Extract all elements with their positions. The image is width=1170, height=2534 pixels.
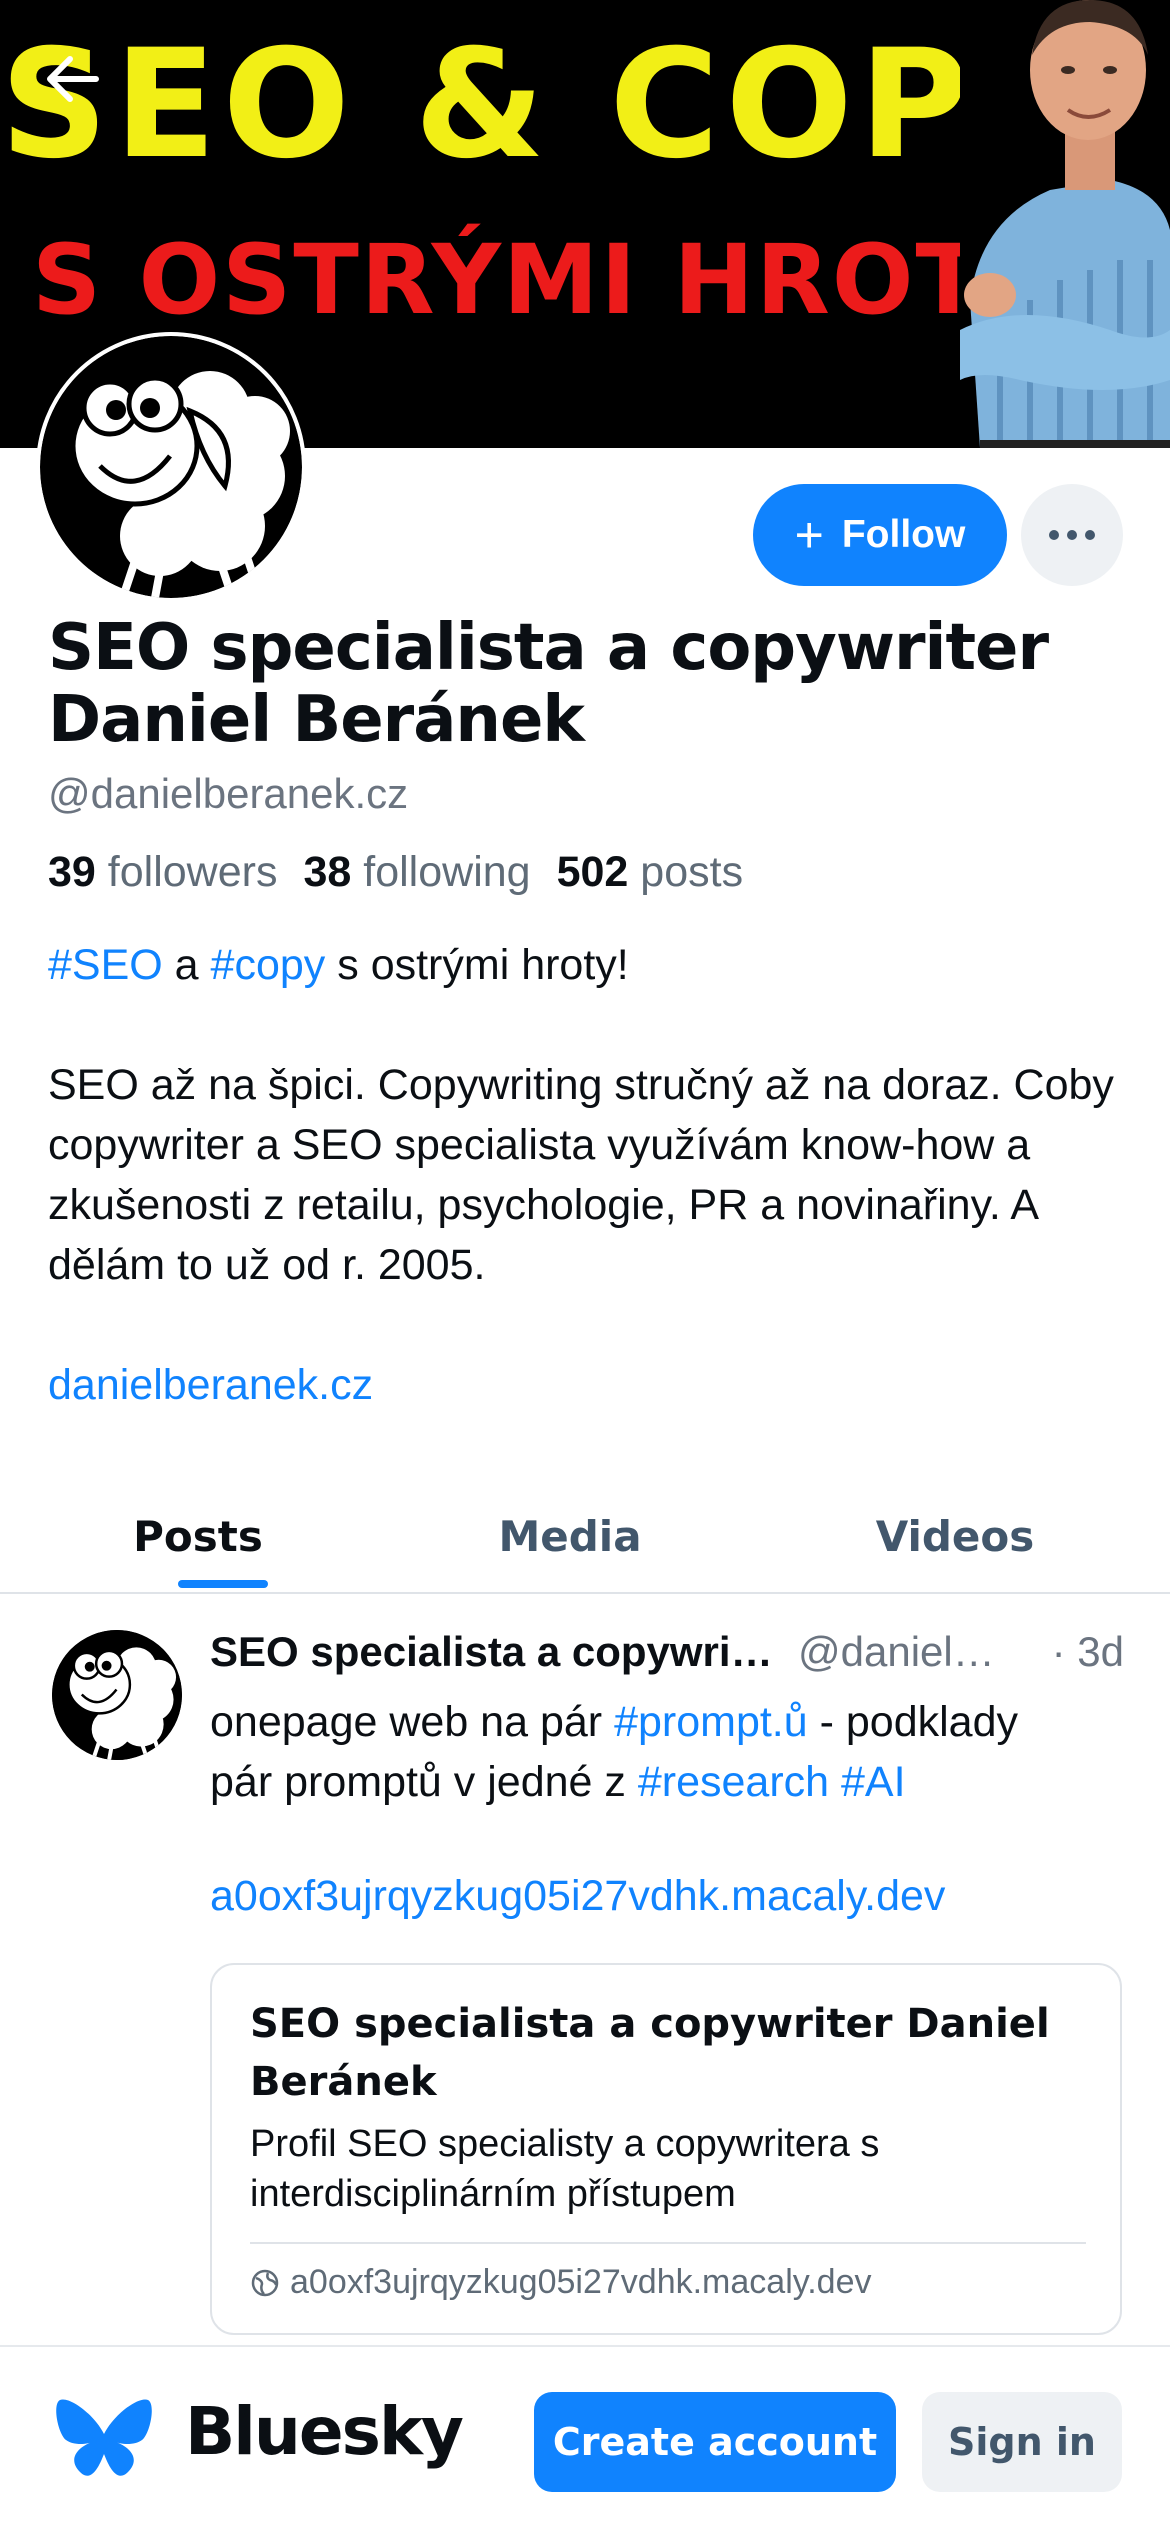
card-title: SEO specialista a copywriter Daniel Berá…	[250, 2001, 1050, 2105]
card-domain: a0oxf3ujrqyzkug05i27vdhk.macaly.dev	[250, 2263, 872, 2302]
profile-avatar[interactable]	[36, 332, 306, 602]
hashtag-research-link[interactable]: #research	[638, 1758, 829, 1806]
bottom-signup-bar: Bluesky Create account Sign in	[0, 2345, 1170, 2534]
hashtag-ai-link[interactable]: #AI	[841, 1758, 906, 1806]
post-text: onepage web na pár #prompt.ů - podklady …	[210, 1698, 1019, 1806]
tab-posts[interactable]: Posts	[108, 1480, 288, 1592]
profile-website-link[interactable]: danielberanek.cz	[48, 1361, 373, 1409]
profile-stats: 39 followers 38 following 502 posts	[48, 848, 743, 897]
card-description: Profil SEO specialisty a copywritera s i…	[250, 2123, 880, 2215]
more-options-button[interactable]	[1021, 484, 1123, 586]
card-divider	[250, 2242, 1086, 2244]
banner-portrait-photo	[960, 0, 1170, 448]
hashtag-copy-link[interactable]: #copy	[211, 941, 326, 989]
active-tab-indicator	[178, 1580, 268, 1588]
following-stat[interactable]: 38 following	[303, 848, 530, 896]
post-timestamp[interactable]: · 3d	[1052, 1628, 1124, 1676]
back-arrow-icon[interactable]	[38, 44, 108, 114]
profile-bio: #SEO a #copy s ostrými hroty! SEO až na …	[48, 935, 1128, 1415]
hashtag-seo-link[interactable]: #SEO	[48, 941, 163, 989]
sheep-avatar-icon	[40, 336, 302, 598]
bluesky-butterfly-icon	[56, 2399, 152, 2476]
tab-videos[interactable]: Videos	[860, 1480, 1050, 1592]
create-account-button[interactable]: Create account	[534, 2392, 896, 2492]
sheep-avatar-icon	[52, 1630, 182, 1760]
posts-stat: 502 posts	[556, 848, 744, 896]
sign-in-button[interactable]: Sign in	[922, 2392, 1122, 2492]
plus-icon: +	[794, 507, 824, 563]
profile-tabs: Posts Media Videos	[0, 1480, 1170, 1594]
hashtag-prompt-link[interactable]: #prompt.ů	[614, 1698, 808, 1746]
link-preview-card[interactable]: SEO specialista a copywriter Daniel Berá…	[210, 1963, 1122, 2335]
banner-headline: SEO & COPY	[0, 18, 1090, 192]
bluesky-wordmark: Bluesky	[185, 2393, 464, 2470]
bio-paragraph: SEO až na špici. Copywriting stručný až …	[48, 1061, 1114, 1289]
follow-button[interactable]: + Follow	[753, 484, 1007, 586]
post-author-name[interactable]: SEO specialista a copywriter Daniel Berá…	[210, 1628, 780, 1676]
tab-media[interactable]: Media	[480, 1480, 660, 1592]
post-author-handle[interactable]: @danielberanek.cz	[798, 1628, 1018, 1676]
post-external-link[interactable]: a0oxf3ujrqyzkug05i27vdhk.macaly.dev	[210, 1872, 945, 1921]
globe-icon	[251, 2269, 279, 2296]
banner-subheadline: S OSTRÝMI HROTY	[32, 224, 1055, 336]
post-header: SEO specialista a copywriter Daniel Berá…	[210, 1628, 1130, 1688]
followers-stat[interactable]: 39 followers	[48, 848, 277, 896]
profile-handle: @danielberanek.cz	[48, 770, 409, 817]
post-author-avatar[interactable]	[52, 1630, 182, 1760]
ellipsis-icon	[1049, 530, 1095, 540]
follow-label: Follow	[841, 513, 966, 556]
profile-display-name: SEO specialista a copywriter Daniel Berá…	[48, 611, 1049, 757]
